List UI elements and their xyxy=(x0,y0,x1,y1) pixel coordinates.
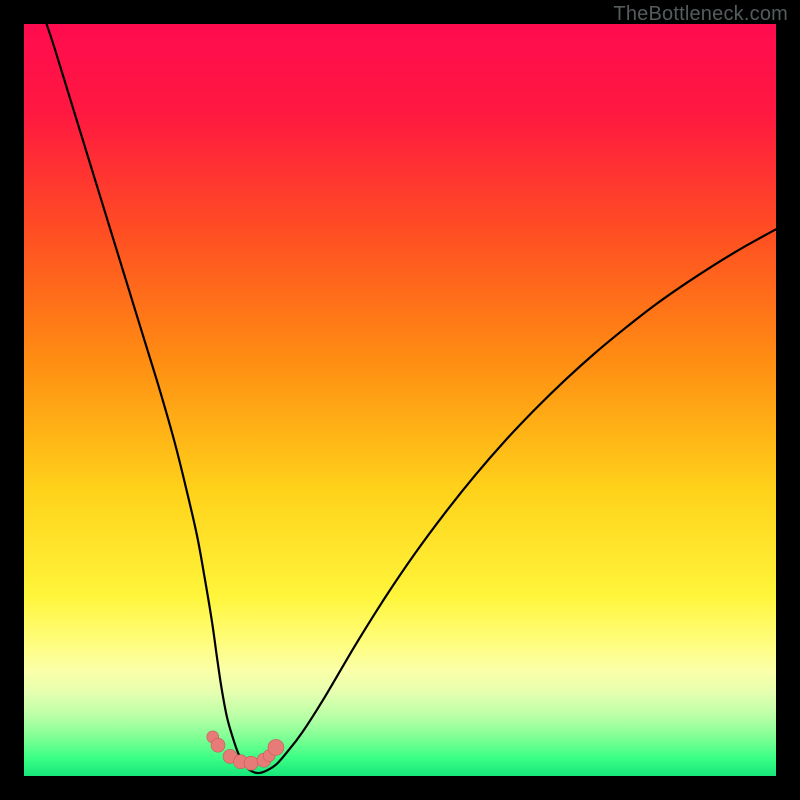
highlight-markers xyxy=(207,731,284,770)
marker-dot xyxy=(244,756,258,770)
marker-dot xyxy=(211,738,225,752)
chart-canvas xyxy=(24,24,776,776)
watermark-text: TheBottleneck.com xyxy=(613,3,788,26)
bottleneck-curve xyxy=(47,24,776,773)
marker-dot xyxy=(268,739,284,755)
plot-area xyxy=(24,24,776,776)
